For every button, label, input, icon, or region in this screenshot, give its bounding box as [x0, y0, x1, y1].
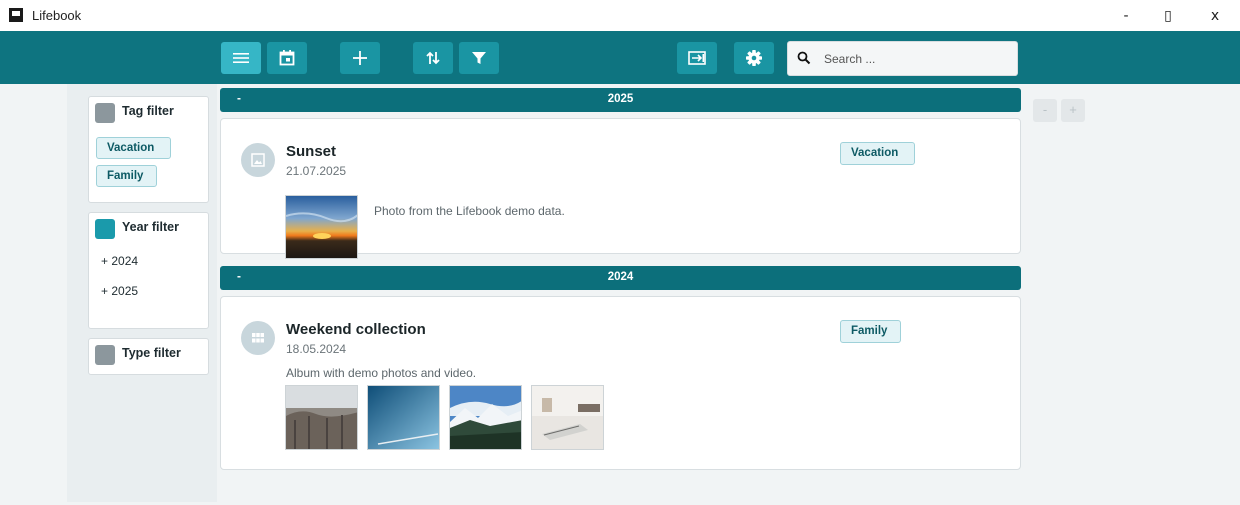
- entry-card[interactable]: Weekend collection 18.05.2024 Family Alb…: [220, 296, 1021, 470]
- year-item-2024[interactable]: + 2024: [101, 254, 138, 268]
- entry-tag[interactable]: Family: [840, 320, 901, 343]
- year-item-2025[interactable]: + 2025: [101, 284, 138, 298]
- entry-card[interactable]: Sunset 21.07.2025 Vacation Photo from th…: [220, 118, 1021, 259]
- thumbnail-mountains[interactable]: [449, 385, 522, 450]
- type-filter-toggle[interactable]: [95, 345, 115, 365]
- thumbnail-forest[interactable]: [285, 385, 358, 450]
- plus-icon: [353, 51, 367, 65]
- type-filter-title: Type filter: [122, 346, 181, 360]
- tag-chip-vacation[interactable]: Vacation: [96, 137, 171, 159]
- maximize-button[interactable]: ▯: [1153, 6, 1183, 26]
- search-box: [787, 41, 1018, 76]
- entry-date: 21.07.2025: [286, 164, 347, 178]
- calendar-icon: [279, 50, 295, 66]
- entry-description: Photo from the Lifebook demo data.: [374, 204, 565, 218]
- year-filter-title: Year filter: [122, 220, 179, 234]
- tag-chip-family[interactable]: Family: [96, 165, 157, 187]
- window-title: Lifebook: [32, 8, 82, 23]
- sort-icon: [426, 51, 440, 65]
- group-year-label: 2025: [607, 93, 634, 105]
- filter-icon: [472, 52, 486, 64]
- minimize-button[interactable]: -: [1111, 6, 1141, 26]
- group-header-2025[interactable]: - 2025: [220, 88, 1021, 112]
- thumbnail-sky[interactable]: [367, 385, 440, 450]
- add-entry-button[interactable]: [340, 42, 380, 74]
- title-bar: Lifebook - ▯ x: [0, 0, 1240, 31]
- sort-button[interactable]: [413, 42, 453, 74]
- entry-title: Weekend collection: [286, 321, 426, 338]
- list-view-button[interactable]: [221, 42, 261, 74]
- calendar-view-button[interactable]: [267, 42, 307, 74]
- entry-tag[interactable]: Vacation: [840, 142, 915, 165]
- filter-sidebar: Tag filter Vacation Family Year filter +…: [67, 84, 217, 502]
- close-button[interactable]: x: [1200, 6, 1230, 26]
- entry-description: Album with demo photos and video.: [286, 366, 477, 380]
- zoom-in-button[interactable]: +: [1061, 99, 1085, 122]
- filter-button[interactable]: [459, 42, 499, 74]
- image-icon: [241, 143, 275, 177]
- app-icon: [9, 8, 23, 22]
- group-header-2024[interactable]: - 2024: [220, 266, 1021, 290]
- import-button[interactable]: [677, 42, 717, 74]
- menu-icon: [233, 53, 249, 63]
- group-year-label: 2024: [607, 271, 634, 283]
- zoom-out-button[interactable]: -: [1033, 99, 1057, 122]
- search-icon: [797, 51, 811, 65]
- gear-icon: [746, 50, 762, 66]
- search-input[interactable]: [824, 49, 1009, 69]
- thumbnail-sunset[interactable]: [285, 195, 358, 259]
- settings-button[interactable]: [734, 42, 774, 74]
- entry-date: 18.05.2024: [286, 342, 347, 356]
- login-icon: [688, 51, 706, 65]
- grid-icon: [241, 321, 275, 355]
- tag-filter-toggle[interactable]: [95, 103, 115, 123]
- tag-filter-panel: Tag filter Vacation Family: [88, 96, 209, 203]
- toolbar: [0, 31, 1240, 84]
- thumbnail-desk[interactable]: [531, 385, 604, 450]
- type-filter-panel: Type filter: [88, 338, 209, 375]
- tag-filter-title: Tag filter: [122, 104, 174, 118]
- year-filter-toggle[interactable]: [95, 219, 115, 239]
- entry-title: Sunset: [286, 143, 337, 160]
- year-filter-panel: Year filter + 2024 + 2025: [88, 212, 209, 329]
